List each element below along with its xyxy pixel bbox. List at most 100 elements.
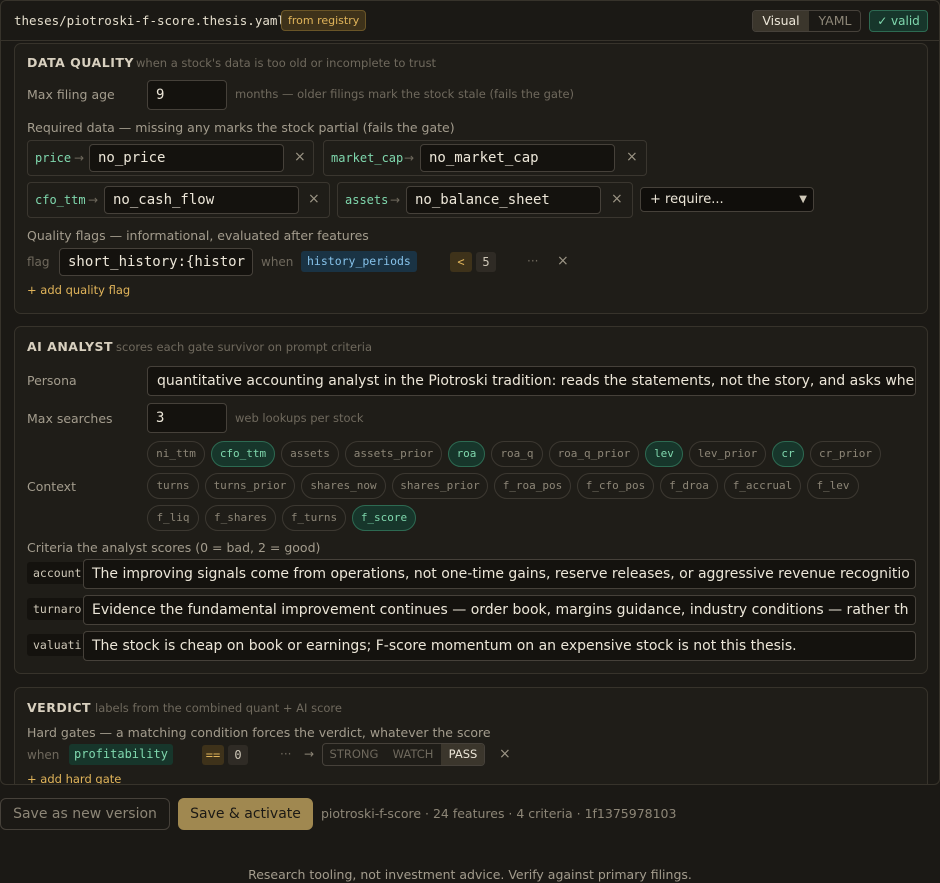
required-value-input[interactable]: no_price [89,144,284,172]
criterion-input[interactable]: Evidence the fundamental improvement con… [83,595,916,625]
when-word: when [27,748,60,762]
required-field: cfo_ttm [35,193,86,207]
context-chip[interactable]: shares_now [301,473,386,499]
required-item: market_cap → no_market_cap × [323,140,647,176]
verdict-hint: labels from the combined quant + AI scor… [95,701,342,715]
required-value-input[interactable]: no_balance_sheet [406,186,601,214]
context-chip[interactable]: f_turns [282,505,346,531]
remove-icon[interactable]: × [557,253,569,269]
more-icon[interactable]: ··· [527,254,538,268]
context-chip[interactable]: roa [448,441,485,467]
remove-icon[interactable]: × [294,149,306,165]
criterion-key[interactable]: account [27,562,87,584]
verdict-section: VERDICT labels from the combined quant +… [14,687,928,784]
context-chip[interactable]: roa_q [491,441,543,467]
arrow-icon: → [74,151,85,165]
verdict-option-strong[interactable]: STRONG [323,744,385,765]
max-filing-label: Max filing age [27,87,115,102]
registry-badge: from registry [281,10,367,31]
gate-field-chip[interactable]: profitability [69,744,173,765]
context-chip[interactable]: lev [645,441,683,467]
remove-icon[interactable]: × [308,191,320,207]
thesis-editor: theses/piotroski-f-score.thesis.yaml fro… [0,0,940,785]
gate-value[interactable]: 0 [228,745,248,765]
context-chip[interactable]: roa_q_prior [549,441,639,467]
chevron-down-icon: ▼ [799,194,807,205]
flag-name-input[interactable]: short_history:{histor [59,248,253,276]
required-field: assets [345,193,389,207]
tab-yaml[interactable]: YAML [809,11,860,31]
ai-analyst-section: AI ANALYST scores each gate survivor on … [14,326,928,674]
context-chip[interactable]: cr_prior [810,441,881,467]
max-filing-input[interactable]: 9 [147,80,227,110]
context-chip[interactable]: cfo_ttm [211,441,275,467]
context-chip[interactable]: lev_prior [689,441,766,467]
criterion-input[interactable]: The improving signals come from operatio… [83,559,916,589]
flag-field-chip[interactable]: history_periods [301,251,417,272]
require-select-value: + require... [650,192,724,207]
add-quality-flag-button[interactable]: + add quality flag [27,283,130,297]
remove-icon[interactable]: × [611,191,623,207]
context-chip[interactable]: ni_ttm [147,441,205,467]
verdict-option-watch[interactable]: WATCH [385,744,441,765]
disclaimer: Research tooling, not investment advice.… [248,867,692,882]
require-select[interactable]: + require... ▼ [640,187,814,212]
remove-icon[interactable]: × [626,149,638,165]
context-chip[interactable]: turns_prior [205,473,295,499]
arrow-icon: → [304,747,315,761]
criterion-key[interactable]: valuati [27,634,87,656]
data-quality-section: DATA QUALITY when a stock's data is too … [14,43,928,314]
context-chip[interactable]: f_shares [205,505,276,531]
verdict-option-pass[interactable]: PASS [441,744,484,765]
context-chip[interactable]: cr [772,441,804,467]
required-item: price → no_price × [27,140,314,176]
context-chip[interactable]: turns [147,473,199,499]
data-quality-hint: when a stock's data is too old or incomp… [136,56,437,70]
editor-header: theses/piotroski-f-score.thesis.yaml fro… [1,1,939,41]
verdict-selector: STRONG WATCH PASS [322,743,485,766]
required-value-input[interactable]: no_market_cap [420,144,615,172]
file-path: theses/piotroski-f-score.thesis.yaml [14,13,285,28]
context-chip[interactable]: f_droa [660,473,718,499]
when-word: when [261,255,294,269]
remove-icon[interactable]: × [499,746,511,762]
flag-operator[interactable]: < [450,252,472,272]
context-label: Context [27,479,76,494]
context-chip[interactable]: f_liq [147,505,199,531]
max-searches-input[interactable]: 3 [147,403,227,433]
gate-operator[interactable]: == [202,745,224,765]
persona-label: Persona [27,373,77,388]
context-chip[interactable]: shares_prior [392,473,488,499]
max-filing-hint: months — older filings mark the stock st… [235,87,575,101]
flag-word: flag [27,255,50,269]
flags-label: Quality flags — informational, evaluated… [27,228,369,243]
arrow-icon: → [88,193,99,207]
tab-visual[interactable]: Visual [753,11,809,31]
valid-badge: ✓ valid [869,10,928,32]
thesis-meta: piotroski-f-score · 24 features · 4 crit… [321,806,677,821]
context-chip[interactable]: f_accrual [724,473,801,499]
max-searches-label: Max searches [27,411,113,426]
arrow-icon: → [390,193,401,207]
flag-threshold[interactable]: 5 [476,252,496,272]
hard-gates-label: Hard gates — a matching condition forces… [27,725,491,740]
criterion-input[interactable]: The stock is cheap on book or earnings; … [83,631,916,661]
save-activate-button[interactable]: Save & activate [178,798,313,830]
context-chip[interactable]: f_roa_pos [494,473,571,499]
context-chip[interactable]: assets_prior [345,441,442,467]
context-chip[interactable]: f_lev [807,473,859,499]
required-value-input[interactable]: no_cash_flow [104,186,299,214]
required-field: price [35,151,72,165]
criterion-key[interactable]: turnaro [27,598,87,620]
context-chip[interactable]: f_cfo_pos [577,473,654,499]
persona-input[interactable]: quantitative accounting analyst in the P… [147,366,916,396]
ai-analyst-title: AI ANALYST [27,339,114,354]
context-chip[interactable]: f_score [352,505,416,531]
save-new-version-button[interactable]: Save as new version [0,798,170,830]
required-label: Required data — missing any marks the st… [27,120,455,135]
add-hard-gate-button[interactable]: + add hard gate [27,772,121,784]
required-item: cfo_ttm → no_cash_flow × [27,182,330,218]
max-searches-hint: web lookups per stock [235,411,364,425]
context-chip[interactable]: assets [281,441,339,467]
more-icon[interactable]: ··· [280,747,291,761]
